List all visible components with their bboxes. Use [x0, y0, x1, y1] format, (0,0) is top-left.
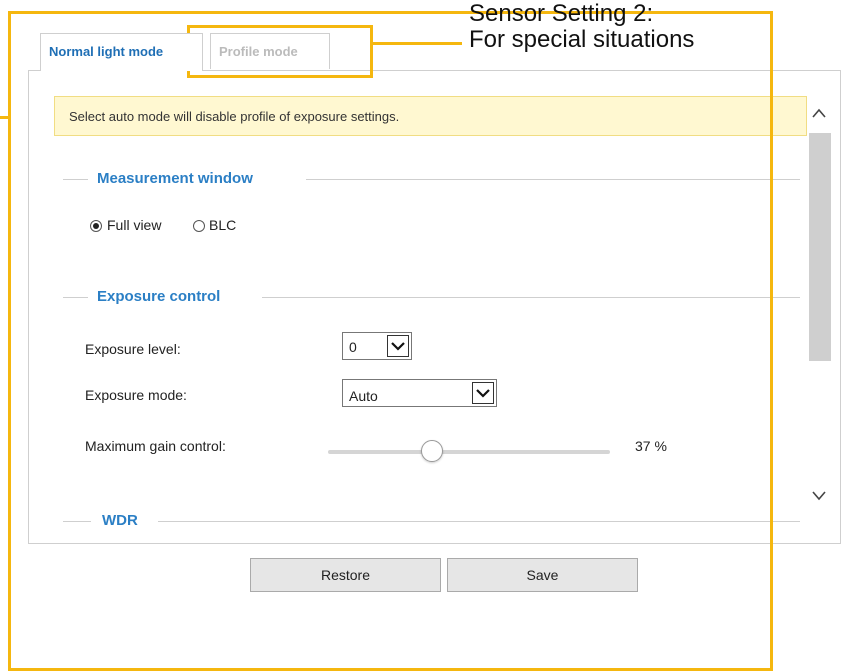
annotation-frame	[8, 11, 773, 671]
annotation-line-2: For special situations	[469, 26, 695, 53]
scrollbar-thumb[interactable]	[809, 133, 831, 361]
annotation-tick	[0, 116, 11, 119]
annotation-callout: Sensor Setting 2: For special situations	[469, 1, 694, 53]
chevron-down-icon[interactable]	[811, 489, 827, 508]
annotation-leader-line	[373, 42, 462, 45]
annotation-line-1: Sensor Setting 2:	[469, 0, 654, 27]
chevron-up-icon[interactable]	[811, 106, 827, 125]
tab-normal-light-mode[interactable]: Normal light mode	[40, 33, 203, 71]
annotation-highlight-box	[187, 25, 373, 78]
